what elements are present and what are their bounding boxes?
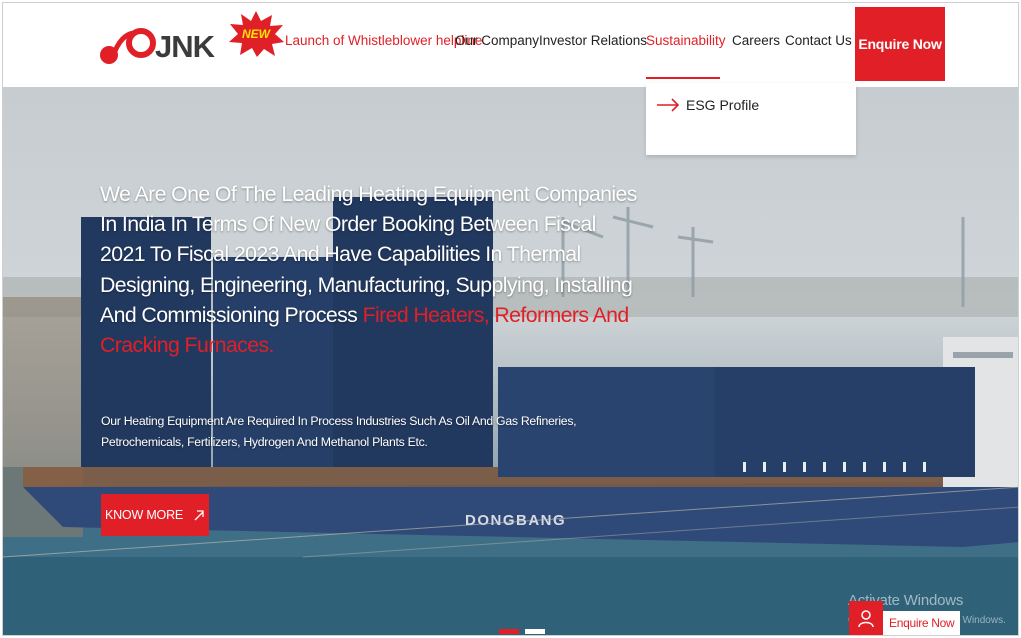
active-nav-underline (646, 77, 720, 79)
nav-whistleblower-link[interactable]: Launch of Whistleblower helpline (285, 33, 482, 48)
floating-enquire-label: Enquire Now (883, 611, 961, 635)
floating-enquire-widget[interactable]: Enquire Now (849, 601, 961, 635)
nav-careers[interactable]: Careers (732, 33, 780, 48)
browser-viewport: JNK NEW Launch of Whistleblower helpline… (2, 2, 1019, 636)
site-header: JNK NEW Launch of Whistleblower helpline… (3, 3, 1018, 87)
enquire-now-button[interactable]: Enquire Now (855, 7, 945, 81)
dropdown-item-esg-profile[interactable]: ESG Profile (656, 97, 759, 113)
nav-investor-relations[interactable]: Investor Relations (539, 33, 647, 48)
agent-support-icon (849, 601, 883, 635)
port-scene-image: DONGBANG (3, 197, 1018, 635)
hero-subtext: Our Heating Equipment Are Required In Pr… (101, 414, 577, 449)
arrow-up-right-icon (194, 510, 204, 521)
nav-our-company[interactable]: Our Company (455, 33, 539, 48)
sustainability-dropdown: ESG Profile (646, 83, 856, 155)
hero-banner: DONGBANG We Are One Of The Leading Heati… (3, 87, 1018, 635)
nav-sustainability[interactable]: Sustainability (646, 33, 726, 48)
know-more-label: KNOW MORE (104, 508, 184, 522)
slider-pagination (499, 629, 545, 634)
nav-contact-us[interactable]: Contact Us (785, 33, 852, 48)
slider-dot-2[interactable] (525, 629, 545, 634)
ship-name-label: DONGBANG (465, 512, 566, 529)
slider-dot-1[interactable] (499, 629, 519, 634)
hero-headline: We Are One Of The Leading Heating Equipm… (100, 179, 640, 360)
arrow-right-icon (657, 98, 680, 112)
know-more-button[interactable]: KNOW MORE (101, 494, 209, 536)
dropdown-item-label: ESG Profile (686, 97, 760, 113)
